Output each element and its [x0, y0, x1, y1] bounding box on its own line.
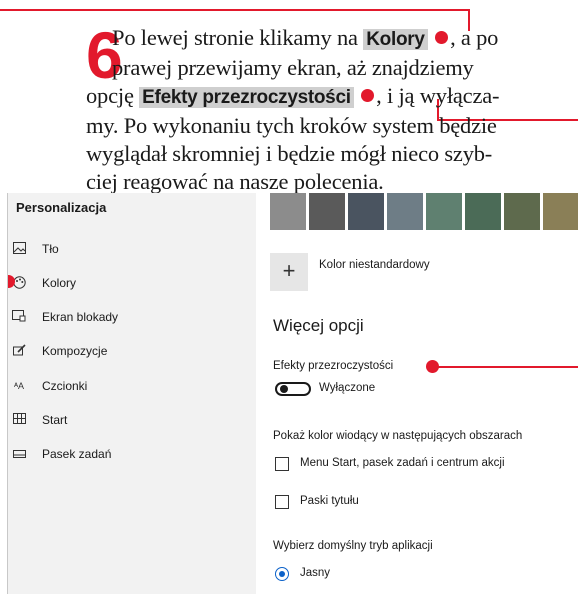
- color-swatch[interactable]: [309, 193, 345, 230]
- color-swatch[interactable]: [504, 193, 540, 230]
- custom-color-button[interactable]: +: [270, 253, 308, 291]
- taskbar-icon: [12, 447, 26, 461]
- color-swatch[interactable]: [543, 193, 578, 230]
- caption-line: ciej reagować na nasze polecenia.: [86, 169, 384, 194]
- radio-selected-dot: [278, 570, 285, 577]
- checkbox-title-bars[interactable]: [275, 495, 289, 509]
- sidebar-item-kompozycje[interactable]: Kompozycje: [8, 344, 256, 384]
- sidebar-item-label: Tło: [42, 242, 59, 256]
- sidebar-title: Personalizacja: [16, 200, 107, 215]
- sidebar-item-label: Kompozycje: [42, 344, 108, 358]
- color-swatch[interactable]: [270, 193, 306, 230]
- app-mode-label: Wybierz domyślny tryb aplikacji: [273, 540, 433, 552]
- highlight-kolory: Kolory: [363, 29, 428, 50]
- caption-line: wyglądał skromniej i będzie mógł nieco s…: [86, 141, 493, 166]
- image-icon: [12, 242, 26, 256]
- custom-color-label: Kolor niestandardowy: [319, 259, 430, 271]
- caption-line: opcję Efekty przezroczystości , i ją wył…: [86, 82, 564, 112]
- sidebar-item-pasek-zadan[interactable]: Pasek zadań: [8, 447, 256, 487]
- caption-text-part: prawej przewijamy ekran, aż znajdziemy: [112, 55, 474, 80]
- checkbox-start-taskbar[interactable]: [275, 457, 289, 471]
- sidebar-item-label: Czcionki: [42, 379, 88, 393]
- marker-dot-icon: [435, 31, 449, 44]
- color-swatch[interactable]: [387, 193, 423, 230]
- caption-line: prawej przewijamy ekran, aż znajdziemy: [86, 54, 564, 82]
- color-swatch[interactable]: [348, 193, 384, 230]
- toggle-knob: [280, 385, 288, 393]
- settings-screenshot: Personalizacja Tło Kolory Ekran blokady …: [7, 193, 578, 594]
- callout-line: [0, 9, 470, 11]
- brush-icon: [12, 344, 26, 358]
- highlight-efekty: Efekty przezroczystości: [139, 87, 354, 108]
- checkbox-title-bars-label: Paski tytułu: [300, 495, 359, 507]
- callout-line: [438, 366, 578, 368]
- plus-icon: +: [282, 258, 296, 283]
- radio-light-mode[interactable]: [275, 567, 289, 581]
- font-icon: ᴬA: [13, 381, 25, 391]
- transparency-state: Wyłączone: [319, 382, 376, 394]
- marker-dot-icon: [361, 89, 375, 102]
- transparency-toggle[interactable]: [275, 382, 311, 396]
- checkbox-start-taskbar-label: Menu Start, pasek zadań i centrum akcji: [300, 457, 505, 469]
- color-swatch[interactable]: [465, 193, 501, 230]
- start-tiles-icon: [12, 413, 26, 427]
- sidebar-item-label: Kolory: [42, 276, 77, 290]
- lock-screen-icon: [12, 310, 26, 324]
- sidebar-item-label: Start: [42, 413, 68, 427]
- caption-text-part: Po lewej stronie klikamy na: [112, 25, 358, 50]
- sidebar: Personalizacja Tło Kolory Ekran blokady …: [8, 193, 256, 594]
- sidebar-item-label: Pasek zadań: [42, 447, 112, 461]
- caption-text-part: opcję: [86, 83, 134, 108]
- caption-text-part: , a po: [450, 25, 499, 50]
- sidebar-item-label: Ekran blokady: [42, 310, 119, 324]
- color-swatch[interactable]: [426, 193, 462, 230]
- caption-line: my. Po wykonaniu tych kroków system będz…: [86, 113, 497, 138]
- more-options-heading: Więcej opcji: [273, 316, 364, 335]
- transparency-label: Efekty przezroczystości: [273, 360, 394, 372]
- radio-light-mode-label: Jasny: [300, 567, 331, 579]
- main-content: + Kolor niestandardowy Więcej opcji Efek…: [256, 193, 578, 594]
- show-accent-label: Pokaż kolor wiodący w następujących obsz…: [273, 430, 523, 442]
- caption-text-part: , i ją wyłącza-: [376, 83, 500, 108]
- caption-text: Po lewej stronie klikamy na Kolory , a p…: [86, 24, 564, 196]
- caption-line: Po lewej stronie klikamy na Kolory , a p…: [86, 24, 564, 54]
